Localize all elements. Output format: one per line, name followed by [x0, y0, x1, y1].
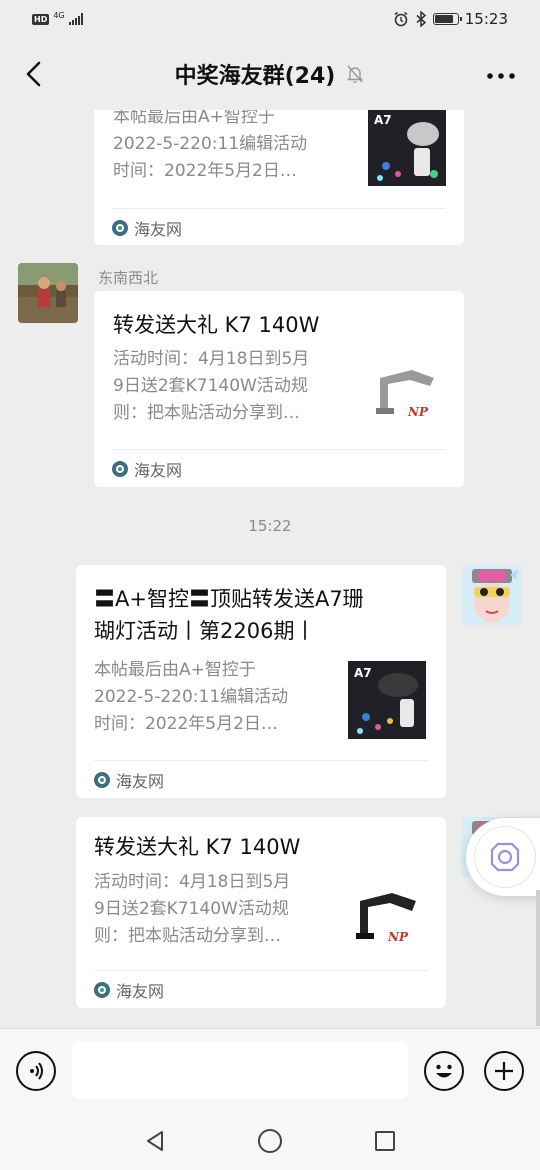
link-card[interactable]: 转发送大礼 K7 140W 活动时间：4月18日到5月 9日送2套K7140W活…	[94, 291, 464, 487]
card-source: 海友网	[112, 216, 182, 240]
card-title: 〓A+智控〓顶贴转发送A7珊 瑚灯活动丨第2206期丨	[94, 583, 434, 647]
status-left: HD 4G	[32, 11, 83, 25]
emoji-button[interactable]	[424, 1051, 464, 1091]
desc-line: 2022-5-220:11编辑活动	[113, 134, 308, 154]
avatar[interactable]	[18, 263, 78, 323]
thumb-label: NP	[407, 405, 429, 419]
thumb-label: NP	[387, 930, 409, 944]
desc-line: 9日送2套K7140W活动规	[94, 899, 289, 919]
recents-square-icon	[375, 1131, 395, 1151]
card-thumbnail: NP	[348, 873, 426, 951]
chat-messages[interactable]: 本帖最后由A+智控于 2022-5-220:11编辑活动 时间：2022年5月2…	[0, 110, 540, 1028]
card-description: 本帖最后由A+智控于 2022-5-220:11编辑活动 时间：2022年5月2…	[94, 657, 334, 738]
home-circle-icon	[258, 1129, 282, 1153]
desc-line: 则：把本贴活动分享到…	[94, 926, 281, 946]
desc-line: 时间：2022年5月2日…	[113, 161, 297, 181]
chat-title: 中奖海友群(24)	[174, 64, 336, 89]
sender-name: 东南西北	[98, 269, 159, 287]
time-separator: 15:22	[248, 517, 292, 535]
card-description: 本帖最后由A+智控于 2022-5-220:11编辑活动 时间：2022年5月2…	[113, 110, 353, 185]
status-time: 15:23	[464, 10, 508, 28]
k7-light-thumbnail: NP	[348, 873, 426, 951]
card-divider	[112, 449, 446, 450]
card-source: 海友网	[94, 768, 164, 792]
scrollbar[interactable]	[536, 890, 540, 1026]
haiyou-logo-icon	[94, 982, 110, 998]
desc-line: 时间：2022年5月2日…	[94, 714, 278, 734]
alarm-icon	[394, 11, 408, 27]
card-divider	[94, 760, 428, 761]
card-title: 转发送大礼 K7 140W	[113, 313, 320, 337]
source-label: 海友网	[134, 461, 183, 480]
card-divider	[112, 208, 446, 209]
a7-light-thumbnail: A7	[368, 110, 446, 186]
network-type: 4G	[53, 11, 65, 20]
thumb-label: A7	[354, 666, 372, 680]
desc-line: 活动时间：4月18日到5月	[94, 872, 291, 892]
desc-line: 则：把本贴活动分享到…	[113, 403, 300, 423]
my-avatar[interactable]	[462, 565, 522, 625]
system-back-button[interactable]	[140, 1126, 170, 1156]
system-recents-button[interactable]	[370, 1126, 400, 1156]
title-wrap: 中奖海友群(24)	[175, 58, 366, 90]
card-description: 活动时间：4月18日到5月 9日送2套K7140W活动规 则：把本贴活动分享到…	[94, 869, 334, 950]
haiyou-logo-icon	[112, 220, 128, 236]
signal-icon	[68, 13, 83, 25]
source-label: 海友网	[116, 772, 165, 791]
assistant-icon	[490, 842, 520, 872]
avatar-photo	[18, 263, 78, 323]
k7-light-thumbnail: NP	[368, 350, 446, 428]
input-bar	[0, 1028, 540, 1110]
back-triangle-icon	[147, 1131, 163, 1151]
card-thumbnail: NP	[368, 350, 446, 428]
desc-line: 9日送2套K7140W活动规	[113, 376, 308, 396]
chevron-left-icon	[26, 61, 41, 87]
status-right: 15:23	[393, 10, 508, 28]
floating-assistant-button[interactable]	[466, 818, 540, 896]
bell-off-icon	[347, 65, 364, 83]
more-functions-button[interactable]	[484, 1051, 524, 1091]
thumb-label: A7	[374, 113, 392, 127]
system-home-button[interactable]	[255, 1126, 285, 1156]
bluetooth-icon	[416, 11, 426, 27]
desc-line: 本帖最后由A+智控于	[94, 660, 256, 680]
source-label: 海友网	[134, 220, 183, 239]
emoji-icon	[436, 1064, 452, 1078]
haiyou-logo-icon	[94, 772, 110, 788]
message-input[interactable]	[72, 1041, 408, 1099]
voice-icon	[30, 1062, 43, 1080]
status-bar: HD 4G 15:23	[0, 0, 540, 38]
more-button[interactable]	[486, 60, 516, 84]
card-description: 活动时间：4月18日到5月 9日送2套K7140W活动规 则：把本贴活动分享到…	[113, 346, 353, 427]
desc-line: 2022-5-220:11编辑活动	[94, 687, 289, 707]
haiyou-logo-icon	[112, 461, 128, 477]
card-thumbnail: A7	[348, 661, 426, 739]
voice-button[interactable]	[16, 1051, 56, 1091]
chat-header: 中奖海友群(24)	[0, 38, 540, 110]
floating-inner	[474, 826, 536, 888]
link-card[interactable]: 〓A+智控〓顶贴转发送A7珊 瑚灯活动丨第2206期丨 本帖最后由A+智控于 2…	[76, 565, 446, 798]
link-card[interactable]: 本帖最后由A+智控于 2022-5-220:11编辑活动 时间：2022年5月2…	[94, 110, 464, 245]
more-dots-icon	[487, 73, 515, 79]
back-button[interactable]	[16, 56, 52, 92]
desc-line: 活动时间：4月18日到5月	[113, 349, 310, 369]
card-thumbnail: A7	[368, 110, 446, 186]
system-navigation-bar	[0, 1110, 540, 1170]
card-source: 海友网	[94, 978, 164, 1002]
source-label: 海友网	[116, 982, 165, 1001]
title-line: 瑚灯活动丨第2206期丨	[94, 619, 316, 643]
desc-line: 本帖最后由A+智控于	[113, 110, 275, 127]
card-divider	[94, 970, 428, 971]
card-title: 转发送大礼 K7 140W	[94, 835, 301, 859]
title-line: 〓A+智控〓顶贴转发送A7珊	[94, 587, 364, 611]
link-card[interactable]: 转发送大礼 K7 140W 活动时间：4月18日到5月 9日送2套K7140W活…	[76, 817, 446, 1008]
avatar-cartoon	[462, 565, 522, 625]
hd-badge: HD	[32, 13, 50, 25]
battery-icon	[432, 13, 462, 25]
card-source: 海友网	[112, 457, 182, 481]
a7-light-thumbnail: A7	[348, 661, 426, 739]
plus-icon	[495, 1062, 513, 1080]
